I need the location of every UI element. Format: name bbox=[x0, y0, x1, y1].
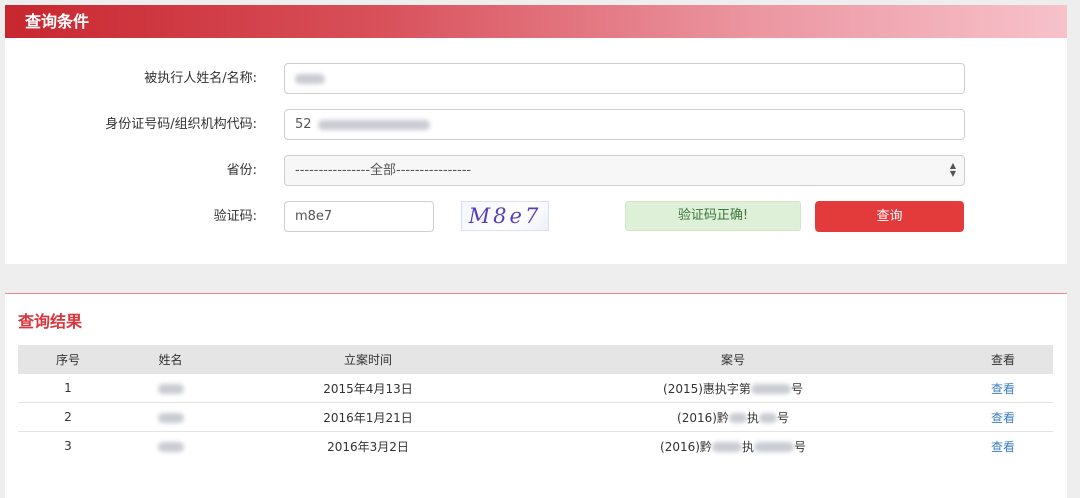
redacted-name bbox=[157, 441, 184, 452]
case-prefix: (2015)惠执字第 bbox=[663, 381, 751, 396]
id-input[interactable]: 52 bbox=[284, 109, 965, 140]
row-name bbox=[118, 402, 223, 432]
redacted-case-part bbox=[728, 413, 747, 423]
redacted-name bbox=[157, 383, 184, 394]
query-results-panel: 查询结果 序号 姓名 立案时间 案号 查看 1 2015年4月13日 (2015… bbox=[5, 293, 1067, 498]
name-input[interactable] bbox=[284, 63, 965, 94]
table-row: 2 2016年1月21日 (2016)黔 执 号 查看 bbox=[18, 402, 1053, 432]
captcha-status: 验证码正确! bbox=[625, 201, 801, 231]
row-view-link[interactable]: 查看 bbox=[953, 432, 1053, 461]
row-index: 3 bbox=[64, 439, 72, 453]
row-date: 2016年1月21日 bbox=[223, 402, 513, 432]
row-index: 2 bbox=[18, 402, 118, 432]
case-suffix: 号 bbox=[776, 410, 789, 425]
table-row: 3 2016年3月2日 (2016)黔 执 号 查看 bbox=[18, 432, 1053, 461]
redacted-case-part bbox=[750, 384, 791, 394]
id-label: 身份证号码/组织机构代码: bbox=[105, 117, 257, 132]
table-row: 1 2015年4月13日 (2015)惠执字第 号 查看 bbox=[18, 374, 1053, 403]
results-title: 查询结果 bbox=[18, 312, 83, 331]
column-header-date: 立案时间 bbox=[223, 345, 513, 374]
province-select[interactable]: ----------------全部---------------- ▲ ▼ bbox=[284, 155, 965, 186]
case-mid: 执 bbox=[741, 439, 754, 454]
name-label: 被执行人姓名/名称: bbox=[144, 71, 257, 86]
query-conditions-panel: 查询条件 被执行人姓名/名称: 身份证号码/组织机构代码: 52 省份: ---… bbox=[5, 5, 1067, 264]
case-mid: 执 bbox=[746, 410, 759, 425]
results-table: 序号 姓名 立案时间 案号 查看 1 2015年4月13日 (2015)惠执字第… bbox=[18, 345, 1053, 460]
province-label: 省份: bbox=[226, 163, 257, 178]
column-header-case-number: 案号 bbox=[513, 345, 953, 374]
captcha-label: 验证码: bbox=[213, 209, 257, 224]
row-name bbox=[118, 374, 223, 403]
column-header-view: 查看 bbox=[953, 345, 1053, 374]
row-name bbox=[118, 432, 223, 461]
row-case-number: (2016)黔 执 号 bbox=[513, 432, 953, 461]
captcha-row: 验证码: m8e7 M8e7 验证码正确! 查询 bbox=[5, 201, 1067, 233]
redacted-case-part bbox=[758, 413, 777, 423]
query-button[interactable]: 查询 bbox=[815, 201, 964, 232]
captcha-input[interactable]: m8e7 bbox=[284, 201, 434, 232]
id-value-prefix: 52 bbox=[295, 117, 312, 132]
id-row: 身份证号码/组织机构代码: 52 bbox=[5, 109, 1067, 141]
case-suffix: 号 bbox=[793, 439, 806, 454]
captcha-image[interactable]: M8e7 bbox=[461, 201, 549, 231]
redacted-case-part bbox=[753, 442, 794, 452]
row-view-link[interactable]: 查看 bbox=[953, 402, 1053, 432]
province-selected-value: ----------------全部---------------- bbox=[295, 163, 472, 178]
column-header-index: 序号 bbox=[18, 345, 118, 374]
case-suffix: 号 bbox=[790, 381, 803, 396]
row-date: 2015年4月13日 bbox=[223, 374, 513, 403]
row-index: 1 bbox=[18, 374, 118, 403]
redacted-name bbox=[157, 412, 184, 423]
row-date: 2016年3月2日 bbox=[327, 439, 409, 454]
redacted-name bbox=[295, 73, 325, 84]
row-case-number: (2015)惠执字第 号 bbox=[513, 374, 953, 403]
row-view-link[interactable]: 查看 bbox=[953, 374, 1053, 403]
redacted-id bbox=[317, 119, 430, 130]
row-case-number: (2016)黔 执 号 bbox=[513, 402, 953, 432]
query-conditions-header: 查询条件 bbox=[5, 5, 1067, 38]
case-prefix: (2016)黔 bbox=[677, 410, 729, 425]
select-arrows-icon: ▲ ▼ bbox=[949, 161, 956, 178]
column-header-name: 姓名 bbox=[118, 345, 223, 374]
table-header-row: 序号 姓名 立案时间 案号 查看 bbox=[18, 345, 1053, 374]
case-prefix: (2016)黔 bbox=[660, 439, 712, 454]
name-row: 被执行人姓名/名称: bbox=[5, 63, 1067, 95]
province-row: 省份: ----------------全部---------------- ▲… bbox=[5, 155, 1067, 187]
redacted-case-part bbox=[711, 442, 742, 452]
